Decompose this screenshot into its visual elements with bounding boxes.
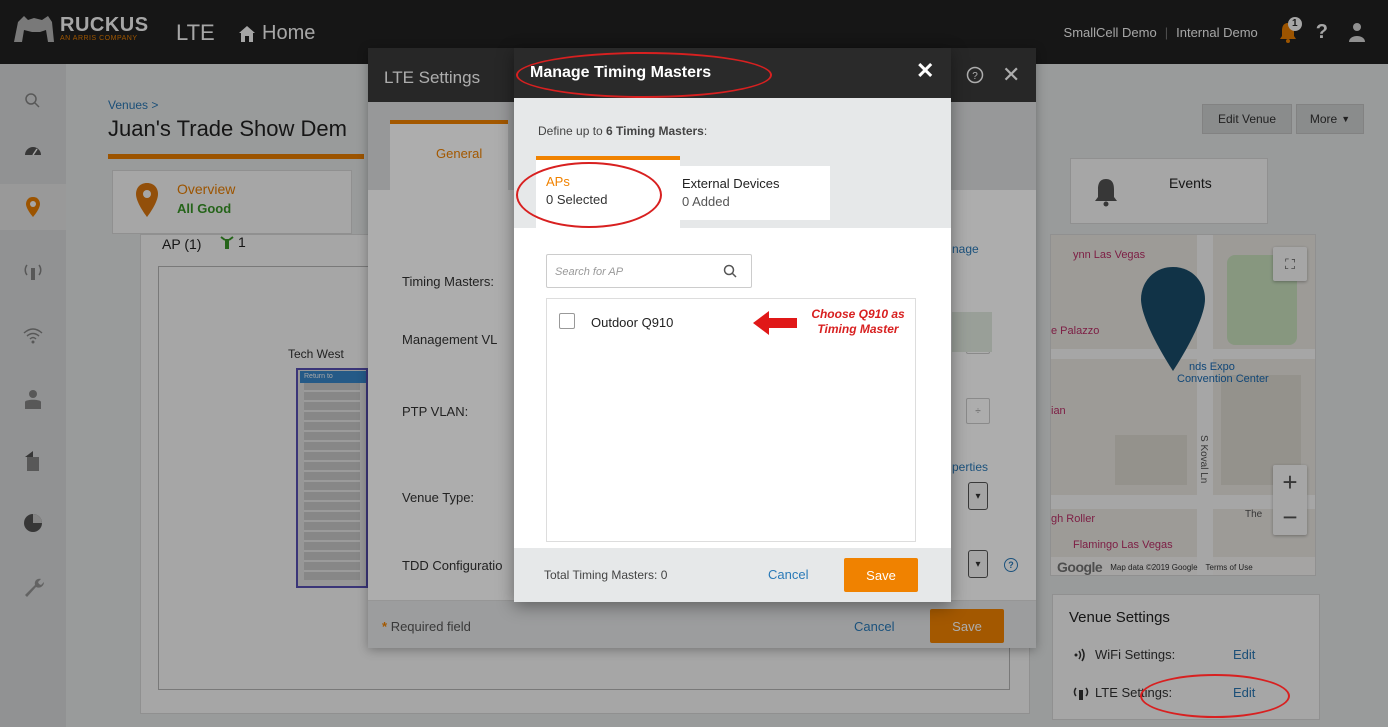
define-limit-text: Define up to 6 Timing Masters: [538, 124, 707, 138]
search-icon[interactable] [723, 264, 737, 278]
tab-external-devices[interactable]: External Devices 0 Added [680, 166, 830, 220]
total-timing-masters: Total Timing Masters: 0 [544, 568, 668, 582]
timing-save-button[interactable]: Save [844, 558, 918, 592]
define-prefix: Define up to [538, 124, 607, 138]
ap-list: Outdoor Q910 Choose Q910 as Timing Maste… [546, 298, 916, 542]
annotation-line-2: Timing Master [817, 322, 899, 336]
ap-checkbox-outdoor-q910[interactable] [559, 313, 575, 329]
tab-external-count: 0 Added [682, 194, 730, 209]
timing-dialog-close-button[interactable]: ✕ [916, 58, 934, 84]
manage-timing-masters-dialog: Manage Timing Masters ✕ Define up to 6 T… [514, 48, 951, 602]
annotation-ellipse-lte-edit [1140, 674, 1290, 718]
annotation-line-1: Choose Q910 as [811, 307, 905, 321]
ap-search-input[interactable] [555, 261, 715, 283]
annotation-text: Choose Q910 as Timing Master [803, 307, 913, 337]
timing-dialog-footer: Total Timing Masters: 0 Cancel Save [514, 548, 951, 602]
ap-item-label[interactable]: Outdoor Q910 [591, 315, 673, 330]
define-suffix: : [703, 124, 708, 138]
tab-external-title: External Devices [682, 176, 780, 191]
annotation-arrow-icon [753, 311, 797, 335]
timing-cancel-button[interactable]: Cancel [768, 567, 808, 582]
annotation-ellipse-title [516, 52, 772, 98]
define-limit-value: 6 Timing Masters [606, 124, 704, 138]
annotation-ellipse-aps-tab [516, 162, 662, 228]
ap-search-box [546, 254, 752, 288]
